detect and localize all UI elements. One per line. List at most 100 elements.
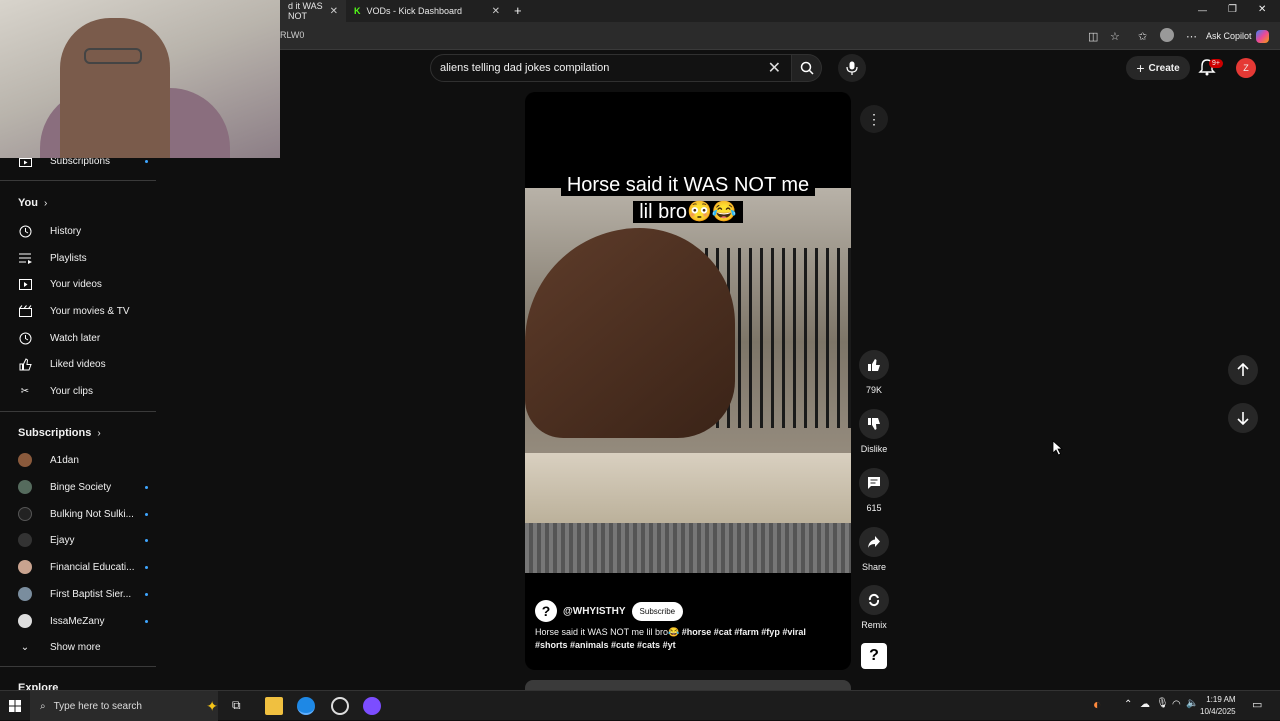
sidebar-subscriptions-header[interactable]: Subscriptions › [18, 427, 101, 439]
tab-close-icon[interactable]: ✕ [330, 6, 338, 17]
search-button[interactable] [792, 54, 822, 82]
sidebar-item-label: Financial Educati... [50, 561, 135, 573]
onedrive-icon[interactable]: ☁ [1140, 699, 1150, 710]
liked-icon [18, 357, 32, 371]
discord-icon[interactable] [363, 697, 381, 715]
audio-source-thumbnail[interactable]: ? [861, 643, 887, 669]
sidebar-channel-first-baptist[interactable]: First Baptist Sier... [18, 587, 148, 601]
more-options-button[interactable]: ⋮ [860, 105, 888, 133]
previous-short-button[interactable] [1228, 355, 1258, 385]
notification-count-badge: 9+ [1209, 59, 1223, 68]
create-button[interactable]: + Create [1126, 56, 1190, 80]
wifi-icon[interactable]: ◠ [1172, 699, 1181, 710]
caption-line-2: lil bro😳😂 [633, 201, 743, 223]
split-screen-icon[interactable]: ◫ [1088, 30, 1098, 43]
task-view-icon[interactable]: ⧉ [232, 698, 250, 716]
webcam-person [60, 18, 170, 158]
address-bar[interactable]: RLW0 [280, 30, 304, 40]
you-label: You [18, 197, 38, 209]
minimize-button[interactable]: — [1198, 5, 1207, 15]
channel-avatar [18, 533, 32, 547]
tab-youtube-short[interactable]: d it WAS NOT ✕ [280, 0, 346, 22]
close-window-button[interactable]: ✕ [1258, 4, 1266, 15]
sidebar-item-subscriptions[interactable]: Subscriptions [18, 158, 148, 168]
taskbar-clock[interactable]: 1:19 AM 10/4/2025 [1200, 694, 1236, 718]
short-video-player[interactable]: Horse said it WAS NOT me lil bro😳😂 ? @WH… [525, 92, 851, 670]
subscriptions-label: Subscriptions [18, 427, 92, 439]
new-content-dot [145, 159, 148, 163]
sidebar-channel-bulking[interactable]: Bulking Not Sulki... [18, 507, 148, 521]
remix-button[interactable] [859, 585, 889, 615]
sidebar-item-label: History [50, 225, 82, 237]
dislike-button[interactable] [859, 409, 889, 439]
sidebar-explore-header: Explore [18, 682, 58, 690]
comments-button[interactable] [859, 468, 889, 498]
sidebar-item-watch-later[interactable]: Watch later [18, 331, 148, 345]
sidebar-item-your-videos[interactable]: Your videos [18, 277, 148, 291]
create-label: Create [1148, 62, 1180, 74]
sidebar-item-history[interactable]: History [18, 224, 148, 238]
profile-icon[interactable] [1160, 28, 1174, 42]
volume-icon[interactable]: 🔈 [1186, 698, 1198, 709]
account-avatar[interactable]: Z [1236, 58, 1256, 78]
sidebar-show-more[interactable]: ⌄ Show more [18, 640, 148, 654]
sidebar-item-label: IssaMeZany [50, 615, 105, 627]
chevron-down-icon: ⌄ [20, 641, 30, 653]
sidebar-channel-a1dan[interactable]: A1dan [18, 453, 148, 467]
sidebar-item-label: Binge Society [50, 481, 112, 493]
edge-browser-icon[interactable] [297, 697, 315, 715]
like-count: 79K [865, 385, 882, 395]
description-hashtags[interactable]: #horse #cat #farm #fyp #viral [682, 627, 806, 637]
stall-ledge-edge [525, 523, 851, 573]
explore-label: Explore [18, 682, 59, 690]
tab-close-icon[interactable]: ✕ [492, 6, 500, 17]
divider [0, 666, 156, 667]
vertical-dots-icon: ⋮ [867, 110, 881, 127]
subscribe-button[interactable]: Subscribe [631, 601, 684, 621]
ask-copilot-button[interactable]: Ask Copilot [1206, 28, 1269, 44]
sidebar-item-liked-videos[interactable]: Liked videos [18, 357, 148, 371]
microphone-tray-icon[interactable]: 🎙 [1156, 698, 1169, 709]
sidebar-channel-ejayy[interactable]: Ejayy [18, 533, 148, 547]
weather-icon[interactable]: ◐ [1093, 696, 1111, 714]
sidebar-item-movies-tv[interactable]: Your movies & TV [18, 304, 148, 318]
description-hashtags[interactable]: #shorts #animals #cute #cats #yt [535, 640, 676, 650]
new-tab-button[interactable]: + [514, 3, 522, 18]
sidebar-item-label: Watch later [50, 332, 101, 344]
sidebar-item-label: Your videos [50, 278, 102, 290]
taskbar-search-placeholder: Type here to search [53, 700, 142, 712]
channel-avatar [18, 614, 32, 628]
sidebar-channel-financial-education[interactable]: Financial Educati... [18, 560, 148, 574]
sidebar-channel-issamezany[interactable]: IssaMeZany [18, 614, 148, 628]
thumbs-down-icon [868, 418, 880, 430]
sidebar-item-playlists[interactable]: Playlists [18, 251, 148, 265]
favorite-star-icon[interactable]: ☆ [1110, 30, 1120, 43]
next-short-button[interactable] [1228, 403, 1258, 433]
sidebar-item-label: Your clips [50, 385, 93, 397]
windows-start-icon[interactable] [9, 700, 21, 712]
voice-search-button[interactable] [838, 54, 866, 82]
system-tray-chevron-icon[interactable]: ⌃ [1124, 699, 1132, 710]
arrow-down-icon [1237, 412, 1249, 425]
notification-center-icon[interactable]: ▭ [1252, 698, 1262, 711]
file-explorer-icon[interactable] [265, 697, 283, 715]
app-icon[interactable] [331, 697, 349, 715]
channel-name[interactable]: @WHYISTHY [563, 606, 626, 617]
share-button[interactable] [859, 527, 889, 557]
favorites-icon[interactable]: ✩ [1138, 30, 1147, 43]
sidebar-item-your-clips[interactable]: ✂ Your clips [18, 384, 148, 398]
sidebar-you-header[interactable]: You › [18, 197, 47, 209]
video-description: Horse said it WAS NOT me lil bro😂 #horse… [535, 626, 835, 652]
channel-avatar[interactable]: ? [535, 600, 557, 622]
tab-kick-dashboard[interactable]: K VODs - Kick Dashboard ✕ [346, 0, 508, 22]
search-input[interactable]: aliens telling dad jokes compilation ✕ [430, 54, 792, 82]
comments-action: 615 [858, 468, 890, 513]
sidebar-channel-binge-society[interactable]: Binge Society [18, 480, 148, 494]
clear-search-icon[interactable]: ✕ [768, 58, 781, 78]
video-caption-overlay: Horse said it WAS NOT me lil bro😳😂 [525, 172, 851, 226]
like-button[interactable] [859, 350, 889, 380]
taskbar-search-box[interactable]: ⌕ Type here to search ✦ [30, 691, 218, 721]
clips-icon: ✂ [20, 385, 30, 397]
more-menu-icon[interactable]: ⋯ [1186, 30, 1197, 43]
restore-button[interactable]: ❐ [1228, 4, 1237, 15]
